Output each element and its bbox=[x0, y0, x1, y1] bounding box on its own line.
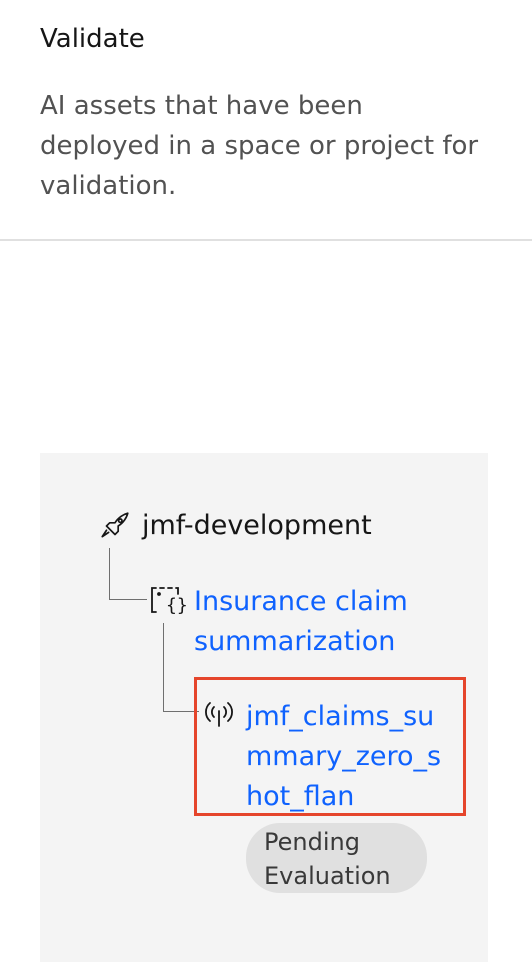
deployment-link[interactable]: jmf_claims_summary_zero_shot_flan bbox=[246, 697, 442, 817]
section-description: AI assets that have been deployed in a s… bbox=[40, 91, 479, 201]
section-title: Validate bbox=[40, 24, 145, 54]
space-node: jmf-development bbox=[98, 506, 372, 546]
status-badge: Pending Evaluation bbox=[246, 823, 427, 893]
svg-text:{}: {} bbox=[166, 595, 186, 616]
deployment-icon bbox=[205, 702, 233, 727]
prompt-template-icon: {} bbox=[151, 587, 186, 616]
tree-connector bbox=[109, 548, 147, 600]
validate-header: Validate AI assets that have been deploy… bbox=[0, 0, 532, 241]
space-name: jmf-development bbox=[142, 510, 372, 541]
rocket-icon bbox=[101, 512, 129, 538]
asset-link[interactable]: Insurance claim summarization bbox=[194, 582, 454, 662]
